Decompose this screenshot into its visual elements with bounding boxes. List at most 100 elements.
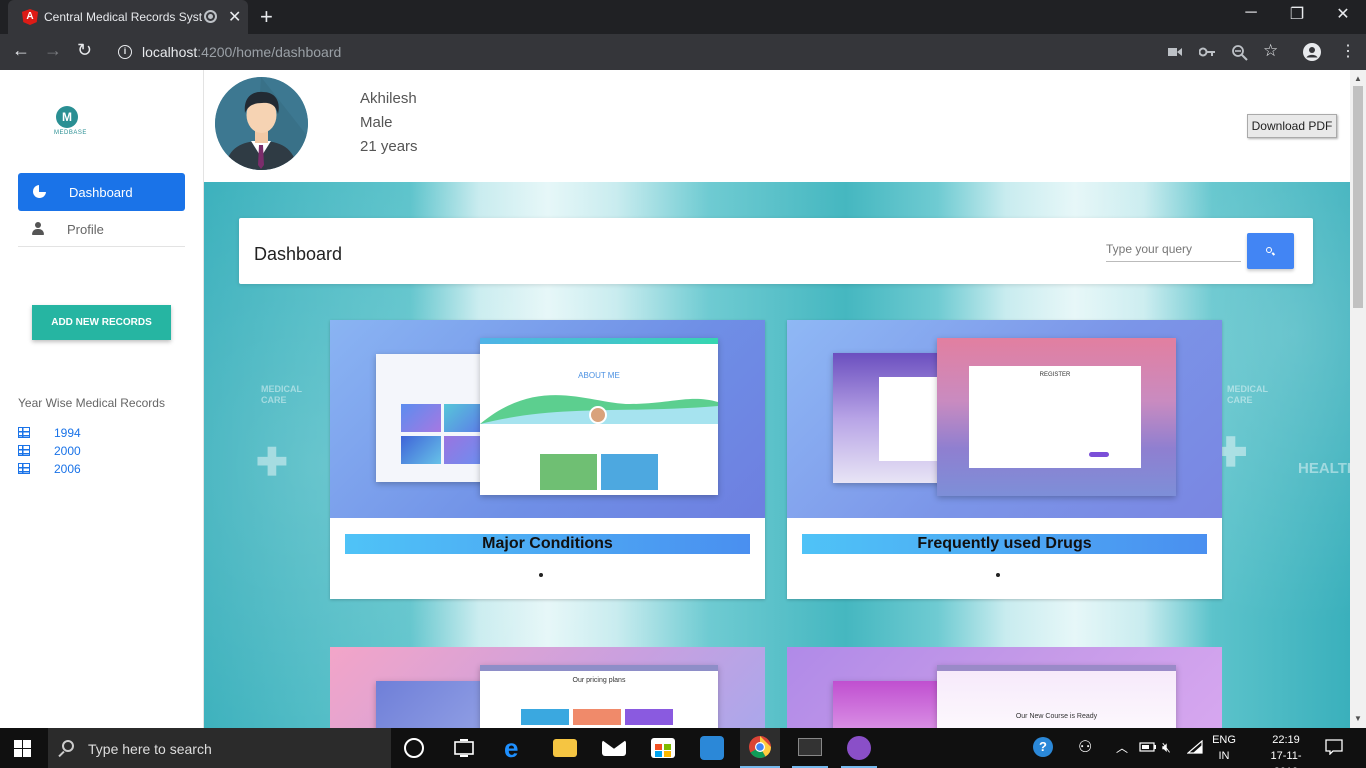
add-new-records-button[interactable]: ADD NEW RECORDS — [32, 305, 171, 340]
camera-icon[interactable] — [1168, 47, 1182, 57]
avatar — [215, 77, 308, 170]
taskbar-search-placeholder: Type here to search — [88, 741, 212, 757]
table-icon — [18, 445, 30, 456]
browser-tab[interactable]: A Central Medical Records System ✕ — [8, 0, 248, 34]
tab-close-icon[interactable]: ✕ — [228, 7, 241, 27]
tab-title: Central Medical Records System — [44, 10, 202, 24]
account-icon[interactable] — [1303, 43, 1321, 61]
card-title: Major Conditions — [345, 534, 750, 554]
sidebar-item-profile[interactable]: Profile — [18, 217, 185, 247]
clock-date: 17-11-2019 — [1270, 750, 1302, 768]
pie-chart-icon — [33, 185, 46, 198]
card-image: ABOUT ME — [330, 320, 765, 518]
register-screenshot: REGISTER — [937, 338, 1176, 496]
notifications-icon[interactable] — [1325, 739, 1343, 755]
menu-kebab-icon[interactable]: ⋮ — [1340, 41, 1356, 61]
patient-name: Akhilesh — [360, 90, 417, 107]
sidebar-item-label: Profile — [67, 222, 104, 237]
taskbar-clock[interactable]: 22:19 17-11-2019 — [1262, 732, 1310, 768]
search-input[interactable] — [1106, 236, 1241, 262]
user-icon — [32, 222, 44, 236]
address-bar[interactable]: i localhost:4200/home/dashboard — [108, 38, 1288, 66]
windows-taskbar: Type here to search e ? ⚇ ︿ 🔇︎ ENG IN 22… — [0, 728, 1366, 768]
sidebar-item-dashboard[interactable]: Dashboard — [18, 173, 185, 211]
card-major-conditions[interactable]: ABOUT ME Major Conditions — [330, 320, 765, 599]
profile-header: Akhilesh Male 21 years Download PDF — [204, 70, 1350, 182]
course-screenshot: Our New Course is Ready — [937, 665, 1176, 728]
bg-cross-icon: ✚ — [256, 442, 288, 484]
search-icon — [62, 740, 74, 752]
chrome-taskbar-button[interactable] — [740, 728, 780, 768]
main-content: MEDICAL CARE MEDICAL CARE HEALTH ✚ ✚ Akh… — [204, 70, 1350, 728]
taskbar-search[interactable]: Type here to search — [48, 728, 391, 768]
logo-text: MEDBASE — [54, 130, 87, 136]
battery-icon[interactable] — [1139, 741, 1157, 753]
github-desktop-taskbar-button[interactable] — [839, 728, 879, 768]
reload-icon[interactable]: ↻ — [77, 40, 92, 61]
dashboard-header-card: Dashboard — [239, 218, 1313, 284]
about-me-screenshot: ABOUT ME — [480, 338, 718, 495]
chrome-icon — [749, 736, 771, 758]
browser-titlebar: A Central Medical Records System ✕ + ─ ❐… — [0, 0, 1366, 34]
clock-time: 22:19 — [1272, 734, 1300, 746]
bg-text-medical-care-right: MEDICAL CARE — [1227, 384, 1268, 405]
url-text: localhost:4200/home/dashboard — [142, 44, 342, 60]
key-icon[interactable] — [1199, 46, 1215, 58]
store-icon[interactable] — [651, 738, 675, 758]
file-explorer-icon[interactable] — [553, 739, 577, 757]
download-pdf-button[interactable]: Download PDF — [1247, 114, 1337, 138]
app-icon[interactable] — [700, 736, 724, 760]
template-screenshot — [833, 353, 948, 483]
card-title: Frequently used Drugs — [802, 534, 1207, 554]
medbase-logo: M — [56, 106, 78, 128]
scroll-up-icon[interactable]: ▲ — [1354, 74, 1362, 83]
sidebar: M MEDBASE Dashboard Profile ADD NEW RECO… — [0, 70, 204, 728]
card-pricing-plans[interactable]: Our pricing plans — [330, 647, 765, 728]
bg-text-health: HEALTH — [1298, 460, 1350, 477]
audio-playing-icon[interactable] — [204, 10, 217, 23]
angular-favicon-icon: A — [22, 9, 38, 25]
browser-toolbar: ← → ↻ i localhost:4200/home/dashboard ☆ … — [0, 34, 1366, 70]
sidebar-item-label: Dashboard — [69, 185, 133, 200]
minimize-button[interactable]: ─ — [1228, 4, 1274, 22]
people-icon[interactable]: ⚇ — [1078, 737, 1092, 757]
task-view-icon[interactable] — [452, 736, 476, 760]
patient-gender: Male — [360, 114, 393, 131]
help-icon[interactable]: ? — [1033, 737, 1053, 757]
table-icon — [18, 427, 30, 438]
site-info-icon[interactable]: i — [118, 45, 132, 59]
volume-muted-icon[interactable]: 🔇︎ — [1162, 739, 1171, 756]
pricing-screenshot: Our pricing plans — [480, 665, 718, 728]
cortana-icon[interactable] — [404, 738, 424, 758]
app-viewport: M MEDBASE Dashboard Profile ADD NEW RECO… — [0, 70, 1366, 728]
chevron-up-icon[interactable]: ︿ — [1116, 739, 1128, 756]
terminal-taskbar-button[interactable] — [790, 728, 830, 768]
language-indicator[interactable]: ENG IN — [1212, 732, 1236, 764]
back-arrow-icon[interactable]: ← — [12, 40, 30, 61]
page-title: Dashboard — [254, 244, 343, 264]
restore-button[interactable]: ❐ — [1274, 4, 1320, 24]
list-bullet — [539, 573, 543, 577]
forward-arrow-icon[interactable]: → — [44, 40, 62, 61]
list-bullet — [996, 573, 1000, 577]
scrollbar-thumb[interactable] — [1353, 86, 1363, 308]
bg-text-medical-care: MEDICAL CARE — [261, 384, 302, 405]
window-close-button[interactable]: ✕ — [1320, 4, 1366, 24]
edge-icon[interactable]: e — [504, 733, 528, 763]
card-frequently-used-drugs[interactable]: REGISTER Frequently used Drugs — [787, 320, 1222, 599]
page-scrollbar[interactable]: ▲ ▼ — [1350, 70, 1366, 728]
table-icon — [18, 463, 30, 474]
bookmark-star-icon[interactable]: ☆ — [1263, 41, 1278, 61]
patient-age: 21 years — [360, 138, 418, 155]
card-new-course[interactable]: Our New Course is Ready — [787, 647, 1222, 728]
windows-start-icon[interactable] — [14, 740, 31, 757]
new-tab-button[interactable]: + — [260, 4, 273, 30]
wifi-icon[interactable] — [1187, 740, 1203, 754]
scroll-down-icon[interactable]: ▼ — [1354, 714, 1362, 723]
year-records-heading: Year Wise Medical Records — [18, 396, 165, 410]
search-icon — [1266, 247, 1272, 253]
zoom-out-icon[interactable] — [1232, 45, 1248, 61]
card-image: REGISTER — [787, 320, 1222, 518]
mail-icon[interactable] — [602, 740, 626, 756]
search-button[interactable] — [1247, 233, 1294, 269]
